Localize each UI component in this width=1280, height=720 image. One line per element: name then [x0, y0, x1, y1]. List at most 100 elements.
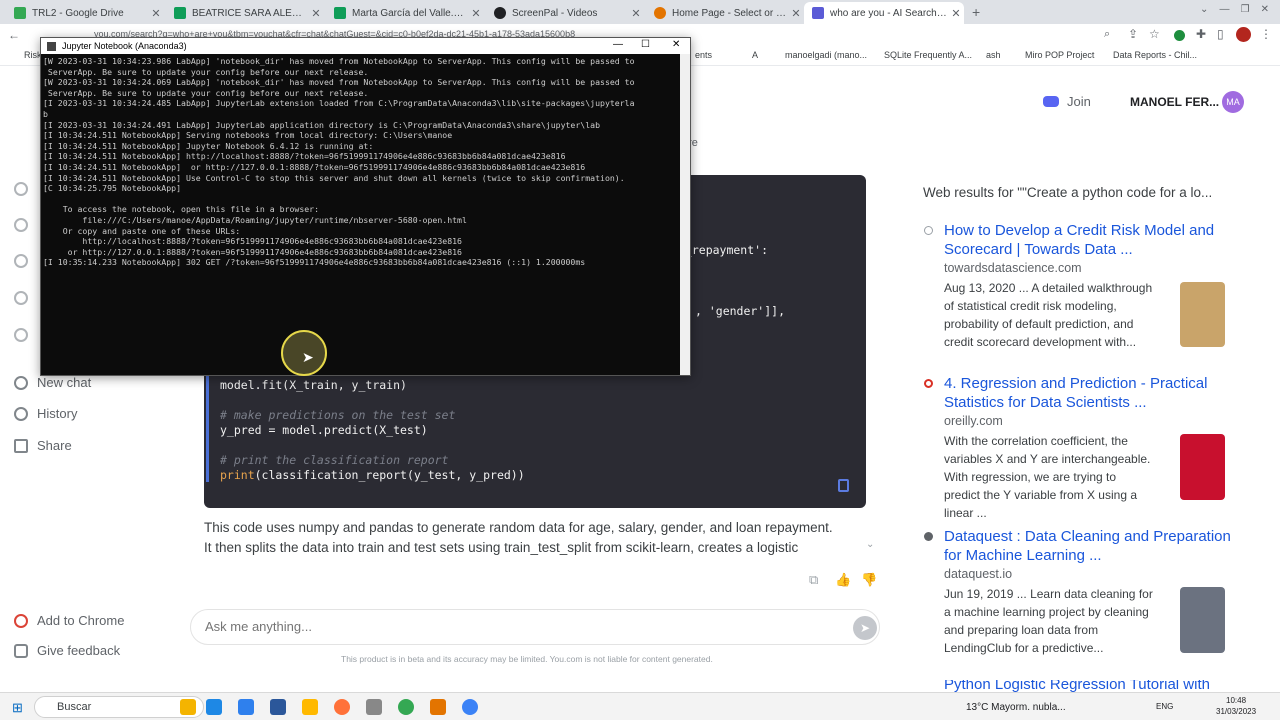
result-title[interactable]: Python Logistic Regression Tutorial with: [944, 680, 1234, 692]
bookmark-item[interactable]: SQLite Frequently A...: [884, 50, 972, 60]
result-title[interactable]: Dataquest : Data Cleaning and Preparatio…: [944, 527, 1234, 565]
result-thumbnail[interactable]: [1180, 587, 1225, 653]
widget-icon[interactable]: [180, 699, 196, 715]
result-snippet: Aug 13, 2020 ... A detailed walkthrough …: [944, 281, 1153, 349]
jupyter-terminal-window[interactable]: Jupyter Notebook (Anaconda3) — ☐ ✕ [W 20…: [40, 37, 691, 376]
sidebar-chat-icon[interactable]: [14, 291, 28, 305]
back-icon[interactable]: ←: [8, 28, 20, 42]
terminal-icon: [47, 41, 56, 51]
user-name[interactable]: MANOEL FER...: [1130, 95, 1219, 109]
clock-date[interactable]: 31/03/2023: [1216, 707, 1256, 716]
window-controls[interactable]: ⌄ — ❐ ✕: [1200, 4, 1269, 15]
join-button[interactable]: Join: [1043, 94, 1091, 109]
close-tab-icon[interactable]: ✕: [788, 7, 804, 20]
windows-taskbar: ⊞ Buscar 13°C Mayorm. nubla... ENG 10:48…: [0, 692, 1280, 720]
sidebar-chat-icon[interactable]: [14, 218, 28, 232]
result-domain: dataquest.io: [944, 567, 1013, 581]
terminal-titlebar[interactable]: Jupyter Notebook (Anaconda3) — ☐ ✕: [41, 38, 690, 54]
app-icon[interactable]: [366, 699, 382, 715]
chrome-icon[interactable]: [398, 699, 414, 715]
sidebar-item-new-chat[interactable]: New chat: [14, 375, 91, 390]
clock-time[interactable]: 10:48: [1226, 696, 1246, 705]
bookmark-item[interactable]: manoelgadi (mano...: [785, 50, 867, 60]
sidepanel-icon[interactable]: ▯: [1217, 27, 1224, 41]
menu-icon[interactable]: ⋮: [1260, 27, 1272, 41]
thumbs-up-icon[interactable]: 👍: [835, 572, 851, 588]
language[interactable]: ENG: [1156, 702, 1173, 711]
new-tab-button[interactable]: +: [972, 4, 980, 20]
result-thumbnail[interactable]: [1180, 282, 1225, 347]
zoom-app-icon[interactable]: [238, 699, 254, 715]
tab-home-page[interactable]: Home Page - Select or create a✕: [646, 2, 804, 24]
terminal-output: [W 2023-03-31 10:34:23.986 LabApp] 'note…: [43, 56, 635, 268]
bookmark-item[interactable]: A: [752, 50, 758, 60]
terminal-scrollbar[interactable]: [680, 54, 690, 375]
maximize-icon[interactable]: ☐: [641, 39, 650, 50]
screenpal-icon[interactable]: [462, 699, 478, 715]
copy-icon[interactable]: [838, 479, 849, 492]
tab-marta-sheet[interactable]: Marta García del Valle.xlsx - Goo✕: [326, 2, 484, 24]
sidebar-chat-icon[interactable]: [14, 328, 28, 342]
bookmark-item[interactable]: Risk: [24, 50, 42, 60]
star-icon[interactable]: ☆: [1149, 27, 1160, 41]
site-icon: [924, 532, 933, 541]
explorer-icon[interactable]: [302, 699, 318, 715]
firefox-icon[interactable]: [334, 699, 350, 715]
tab-you-search[interactable]: who are you - AI Search Based C✕: [804, 2, 964, 24]
avatar[interactable]: MA: [1222, 91, 1244, 113]
answer-line: This code uses numpy and pandas to gener…: [204, 520, 833, 535]
code-highlight-bar: [206, 370, 209, 482]
thumbs-down-icon[interactable]: 👎: [861, 572, 877, 588]
browser-tab-strip: TRL2 - Google Drive ✕ BEATRICE SARA ALEXA…: [0, 0, 1280, 24]
copy-answer-icon[interactable]: ⧉: [809, 572, 818, 588]
app-icon[interactable]: [270, 699, 286, 715]
result-thumbnail[interactable]: [1180, 434, 1225, 500]
sidebar-item-share[interactable]: Share: [14, 438, 72, 453]
disclaimer: This product is in beta and its accuracy…: [341, 654, 713, 664]
sidebar-chat-icon[interactable]: [14, 182, 28, 196]
tab-screenpal[interactable]: ScreenPal - Videos ✕: [486, 2, 644, 24]
puzzle-icon[interactable]: ✚: [1196, 27, 1206, 41]
close-icon[interactable]: ✕: [672, 39, 680, 50]
sidebar-item-add-to-chrome[interactable]: Add to Chrome: [14, 613, 124, 628]
weather[interactable]: 13°C Mayorm. nubla...: [966, 702, 1066, 713]
discord-icon: [1043, 96, 1059, 107]
bookmark-item[interactable]: ash: [986, 50, 1001, 60]
close-tab-icon[interactable]: ✕: [628, 7, 644, 20]
you-icon: [812, 7, 824, 19]
sidebar-item-history[interactable]: History: [14, 406, 77, 421]
app-icon[interactable]: [430, 699, 446, 715]
sidebar-item-give-feedback[interactable]: Give feedback: [14, 643, 120, 658]
bookmark-item[interactable]: Data Reports - Chil...: [1113, 50, 1197, 60]
bookmark-item[interactable]: ents: [695, 50, 712, 60]
result-domain: towardsdatascience.com: [944, 261, 1082, 275]
zoom-icon[interactable]: ⌕: [1104, 28, 1110, 41]
send-icon[interactable]: ➤: [853, 616, 877, 640]
share-icon[interactable]: ⇪: [1128, 27, 1138, 41]
code-line: model.fit(X_train, y_train): [220, 378, 407, 392]
code-fragment: n_repayment':: [678, 243, 769, 257]
tab-google-drive[interactable]: TRL2 - Google Drive ✕: [6, 2, 164, 24]
drive-icon: [14, 7, 26, 19]
code-comment: # make predictions on the test set: [220, 408, 456, 422]
result-title[interactable]: 4. Regression and Prediction - Practical…: [944, 374, 1234, 412]
bookmark-item[interactable]: Miro POP Project: [1025, 50, 1094, 60]
app-icon[interactable]: [206, 699, 222, 715]
sidebar-chat-icon[interactable]: [14, 254, 28, 268]
result-title[interactable]: How to Develop a Credit Risk Model and S…: [944, 221, 1234, 259]
close-tab-icon[interactable]: ✕: [148, 7, 164, 20]
ask-input[interactable]: [205, 619, 805, 634]
extension-icon[interactable]: [1174, 30, 1185, 41]
web-result: Python Logistic Regression Tutorial with: [944, 680, 1234, 692]
profile-avatar[interactable]: [1236, 27, 1251, 42]
chevron-down-icon[interactable]: ⌄: [866, 539, 874, 550]
close-tab-icon[interactable]: ✕: [468, 7, 484, 20]
close-tab-icon[interactable]: ✕: [308, 7, 324, 20]
plus-circle-icon: [14, 375, 28, 390]
taskbar-search[interactable]: Buscar: [34, 696, 204, 718]
windows-start-icon[interactable]: ⊞: [12, 700, 23, 716]
minimize-icon[interactable]: —: [613, 39, 623, 50]
result-domain: oreilly.com: [944, 414, 1003, 428]
tab-beatrice-sheet[interactable]: BEATRICE SARA ALEXANDRA.xlsx✕: [166, 2, 324, 24]
close-tab-icon[interactable]: ✕: [948, 7, 964, 20]
